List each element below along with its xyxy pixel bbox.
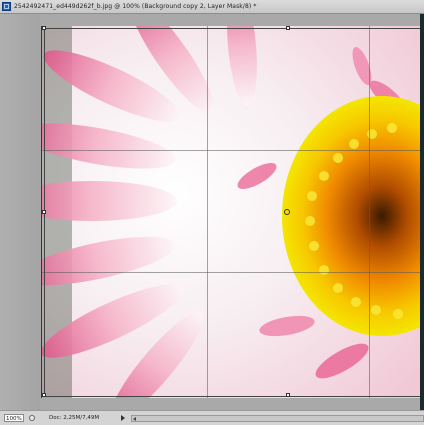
document-title: 2542492471_ed449d262f_b.jpg @ 100% (Back… [14, 3, 257, 10]
transform-handle-middle-left[interactable] [42, 210, 46, 214]
document-title-bar[interactable]: 2542492471_ed449d262f_b.jpg @ 100% (Back… [0, 0, 424, 14]
transform-handle-bottom-middle[interactable] [286, 393, 290, 397]
transform-center-point[interactable] [284, 209, 290, 215]
grid-guide-vertical [369, 26, 370, 398]
transform-handle-bottom-left[interactable] [42, 393, 46, 397]
transform-handle-top-middle[interactable] [286, 26, 290, 30]
zoom-field[interactable]: 100% [4, 414, 24, 422]
horizontal-scrollbar[interactable] [131, 414, 424, 422]
daisy-photo [42, 26, 424, 398]
triangle-right-icon[interactable] [121, 415, 125, 421]
photoshop-document-icon [2, 2, 11, 11]
canvas-right-edge [420, 14, 424, 410]
document-canvas[interactable] [41, 26, 424, 398]
grid-guide-vertical [207, 26, 208, 398]
grid-guide-horizontal [42, 150, 424, 151]
scroll-left-icon[interactable] [133, 416, 136, 421]
document-size-info: Doc: 2,25M/7,49M [49, 415, 100, 421]
status-bar: 100% Doc: 2,25M/7,49M [0, 410, 424, 425]
canvas-gutter [0, 14, 40, 410]
grid-guide-horizontal [42, 272, 424, 273]
info-icon[interactable] [29, 415, 35, 421]
transform-handle-top-left[interactable] [42, 26, 46, 30]
